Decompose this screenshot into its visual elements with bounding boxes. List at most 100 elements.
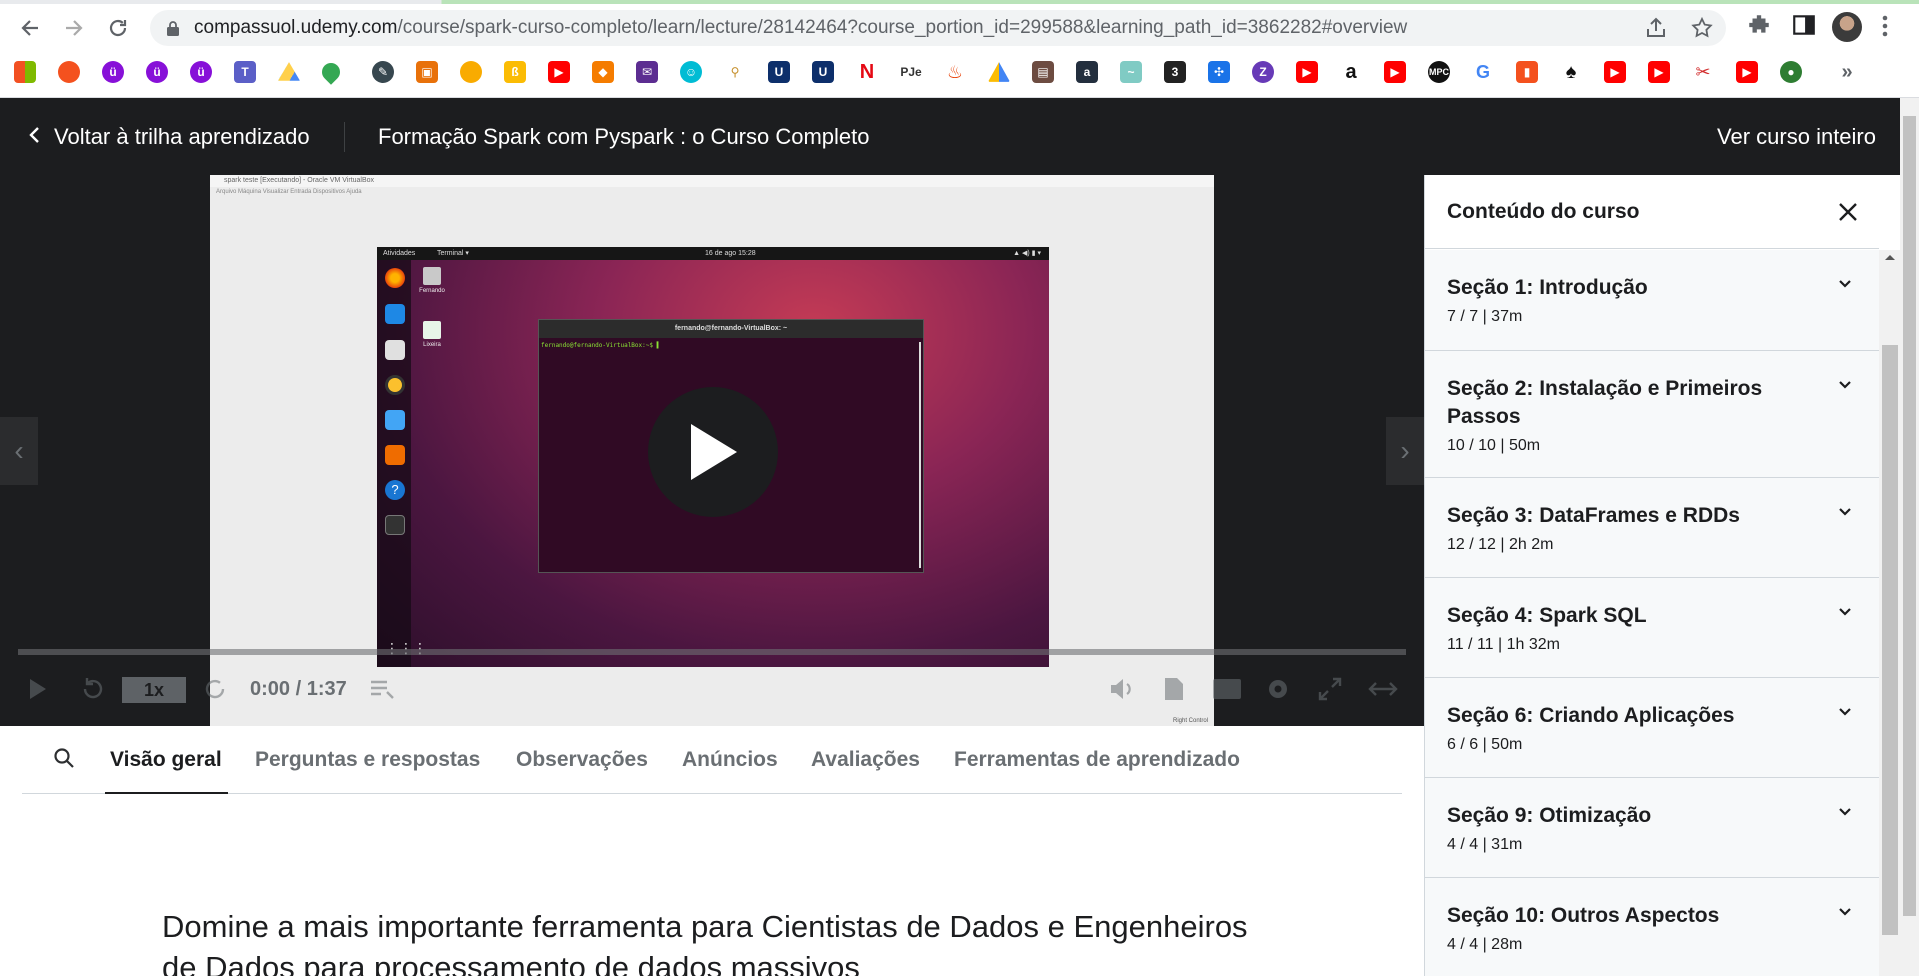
chevron-down-icon[interactable] (1837, 904, 1853, 920)
more-bookmarks-icon[interactable]: » (1836, 61, 1858, 83)
video-progress-bar[interactable] (18, 649, 1406, 655)
settings-gear-icon[interactable] (1262, 669, 1294, 709)
chevron-down-icon[interactable] (1837, 704, 1853, 720)
back-arrow-icon[interactable] (14, 12, 46, 44)
thunderbird-icon (385, 304, 405, 324)
chevron-down-icon[interactable] (1837, 804, 1853, 820)
youtube-icon[interactable]: ▶ (1296, 61, 1318, 83)
close-icon[interactable] (1835, 199, 1861, 225)
video-player[interactable]: ‹ › spark teste [Executando] - Oracle VM… (0, 175, 1424, 726)
section-item[interactable]: Seção 6: Criando Aplicações 6 / 6 | 50m (1425, 678, 1879, 778)
clapper-icon[interactable]: 3 (1164, 61, 1186, 83)
video-frame[interactable]: spark teste [Executando] - Oracle VM Vir… (210, 175, 1214, 726)
address-bar[interactable]: compassuol.udemy.com/course/spark-curso-… (150, 10, 1726, 46)
page-scrollbar[interactable] (1900, 98, 1919, 976)
bitcoin-icon[interactable]: ß (504, 61, 526, 83)
captions-icon[interactable] (1210, 669, 1244, 709)
section-item[interactable]: Seção 2: Instalação e Primeiros Passos 1… (1425, 351, 1879, 478)
spade-icon[interactable]: ♠ (1560, 61, 1582, 83)
page-scrollbar-thumb[interactable] (1903, 116, 1916, 916)
previous-lecture-arrow[interactable]: ‹ (0, 417, 38, 485)
reload-icon[interactable] (102, 12, 134, 44)
amazon-icon[interactable]: a (1340, 61, 1362, 83)
section-item[interactable]: Seção 1: Introdução 7 / 7 | 37m (1425, 250, 1879, 351)
browser-menu-icon[interactable] (1882, 14, 1888, 38)
play-overlay-button[interactable] (648, 387, 778, 517)
youtube-icon[interactable]: ▶ (1736, 61, 1758, 83)
pje-icon[interactable]: PJe (900, 61, 922, 83)
globe-icon[interactable]: ● (1780, 61, 1802, 83)
file-icon[interactable]: ▮ (1516, 61, 1538, 83)
pen-icon[interactable]: ✎ (372, 61, 394, 83)
z-icon[interactable]: Z (1252, 61, 1274, 83)
google-icon[interactable]: G (1472, 61, 1494, 83)
chevron-down-icon[interactable] (1837, 276, 1853, 292)
back-to-path-link[interactable]: Voltar à trilha aprendizado (28, 98, 310, 175)
sidebar-scrollbar-thumb[interactable] (1882, 345, 1898, 935)
tab-announcements[interactable]: Anúncios (682, 726, 778, 794)
chevron-down-icon[interactable] (1837, 504, 1853, 520)
chevron-down-icon[interactable] (1837, 377, 1853, 393)
plug-icon[interactable]: ⚲ (724, 61, 746, 83)
tab-questions[interactable]: Perguntas e respostas (255, 726, 480, 794)
section-item[interactable]: Seção 3: DataFrames e RDDs 12 / 12 | 2h … (1425, 478, 1879, 578)
sidebar-scrollbar[interactable] (1879, 250, 1901, 976)
udemy-icon[interactable]: ü (190, 61, 212, 83)
section-item[interactable]: Seção 10: Outros Aspectos 4 / 4 | 28m (1425, 878, 1879, 976)
fire-icon[interactable]: ♨ (944, 61, 966, 83)
mail-icon[interactable]: ✉ (636, 61, 658, 83)
chevron-down-icon[interactable] (1837, 604, 1853, 620)
drive-icon[interactable] (278, 62, 300, 81)
tab-overview[interactable]: Visão geral (110, 726, 222, 794)
scroll-up-icon[interactable] (1879, 250, 1901, 264)
wave-icon[interactable]: ~ (1120, 61, 1142, 83)
next-lecture-arrow[interactable]: › (1386, 417, 1424, 485)
microsoft-icon[interactable] (14, 61, 36, 83)
youtube-icon[interactable]: ▶ (1648, 61, 1670, 83)
udemy-icon[interactable]: ü (146, 61, 168, 83)
section-item[interactable]: Seção 9: Otimização 4 / 4 | 31m (1425, 778, 1879, 878)
netflix-icon[interactable]: N (856, 61, 878, 83)
side-panel-icon[interactable] (1791, 12, 1817, 38)
star-icon[interactable] (1690, 16, 1714, 40)
forward-icon[interactable] (200, 669, 232, 709)
search-icon[interactable] (52, 746, 80, 774)
youtube-icon[interactable]: ▶ (1384, 61, 1406, 83)
box-icon[interactable]: ◆ (592, 61, 614, 83)
share-icon[interactable] (1644, 16, 1668, 40)
amazon-icon[interactable]: a (1076, 61, 1098, 83)
contacts-icon[interactable]: ▣ (416, 61, 438, 83)
fullscreen-icon[interactable] (1314, 669, 1346, 709)
tools-icon[interactable]: ✂ (1692, 61, 1714, 83)
udemy-icon[interactable]: ü (102, 61, 124, 83)
tab-learning-tools[interactable]: Ferramentas de aprendizado (954, 726, 1240, 794)
tab-notes[interactable]: Observações (516, 726, 648, 794)
profile-avatar[interactable] (1832, 12, 1862, 42)
mpc-icon[interactable]: MPC (1428, 61, 1450, 83)
notes-list-icon[interactable] (366, 669, 398, 709)
youtube-icon[interactable]: ▶ (1604, 61, 1626, 83)
playback-speed-button[interactable]: 1x (122, 677, 186, 703)
section-item[interactable]: Seção 4: Spark SQL 11 / 11 | 1h 32m (1425, 578, 1879, 678)
teams-icon[interactable]: T (234, 61, 256, 83)
puzzle-icon[interactable]: ✣ (1208, 61, 1230, 83)
rewind-icon[interactable] (76, 669, 108, 709)
cloud-icon[interactable]: ☺ (680, 61, 702, 83)
shield-icon[interactable]: U (768, 61, 790, 83)
volume-icon[interactable] (1106, 669, 1138, 709)
see-full-course-link[interactable]: Ver curso inteiro (1717, 98, 1876, 175)
expand-width-icon[interactable] (1366, 669, 1400, 709)
image-icon[interactable]: ▤ (1032, 61, 1054, 83)
flame-icon[interactable] (460, 61, 482, 83)
play-small-icon[interactable] (22, 669, 54, 709)
shield-icon[interactable]: U (812, 61, 834, 83)
forward-arrow-icon[interactable] (58, 12, 90, 44)
transcript-icon[interactable] (1158, 669, 1190, 709)
chrome-fruit-icon[interactable] (58, 61, 80, 83)
tab-reviews[interactable]: Avaliações (811, 726, 920, 794)
triangle-icon[interactable] (988, 62, 1010, 82)
course-title[interactable]: Formação Spark com Pyspark : o Curso Com… (378, 98, 870, 175)
maps-icon[interactable] (318, 59, 344, 85)
youtube-icon[interactable]: ▶ (548, 61, 570, 83)
extensions-icon[interactable] (1746, 12, 1772, 38)
